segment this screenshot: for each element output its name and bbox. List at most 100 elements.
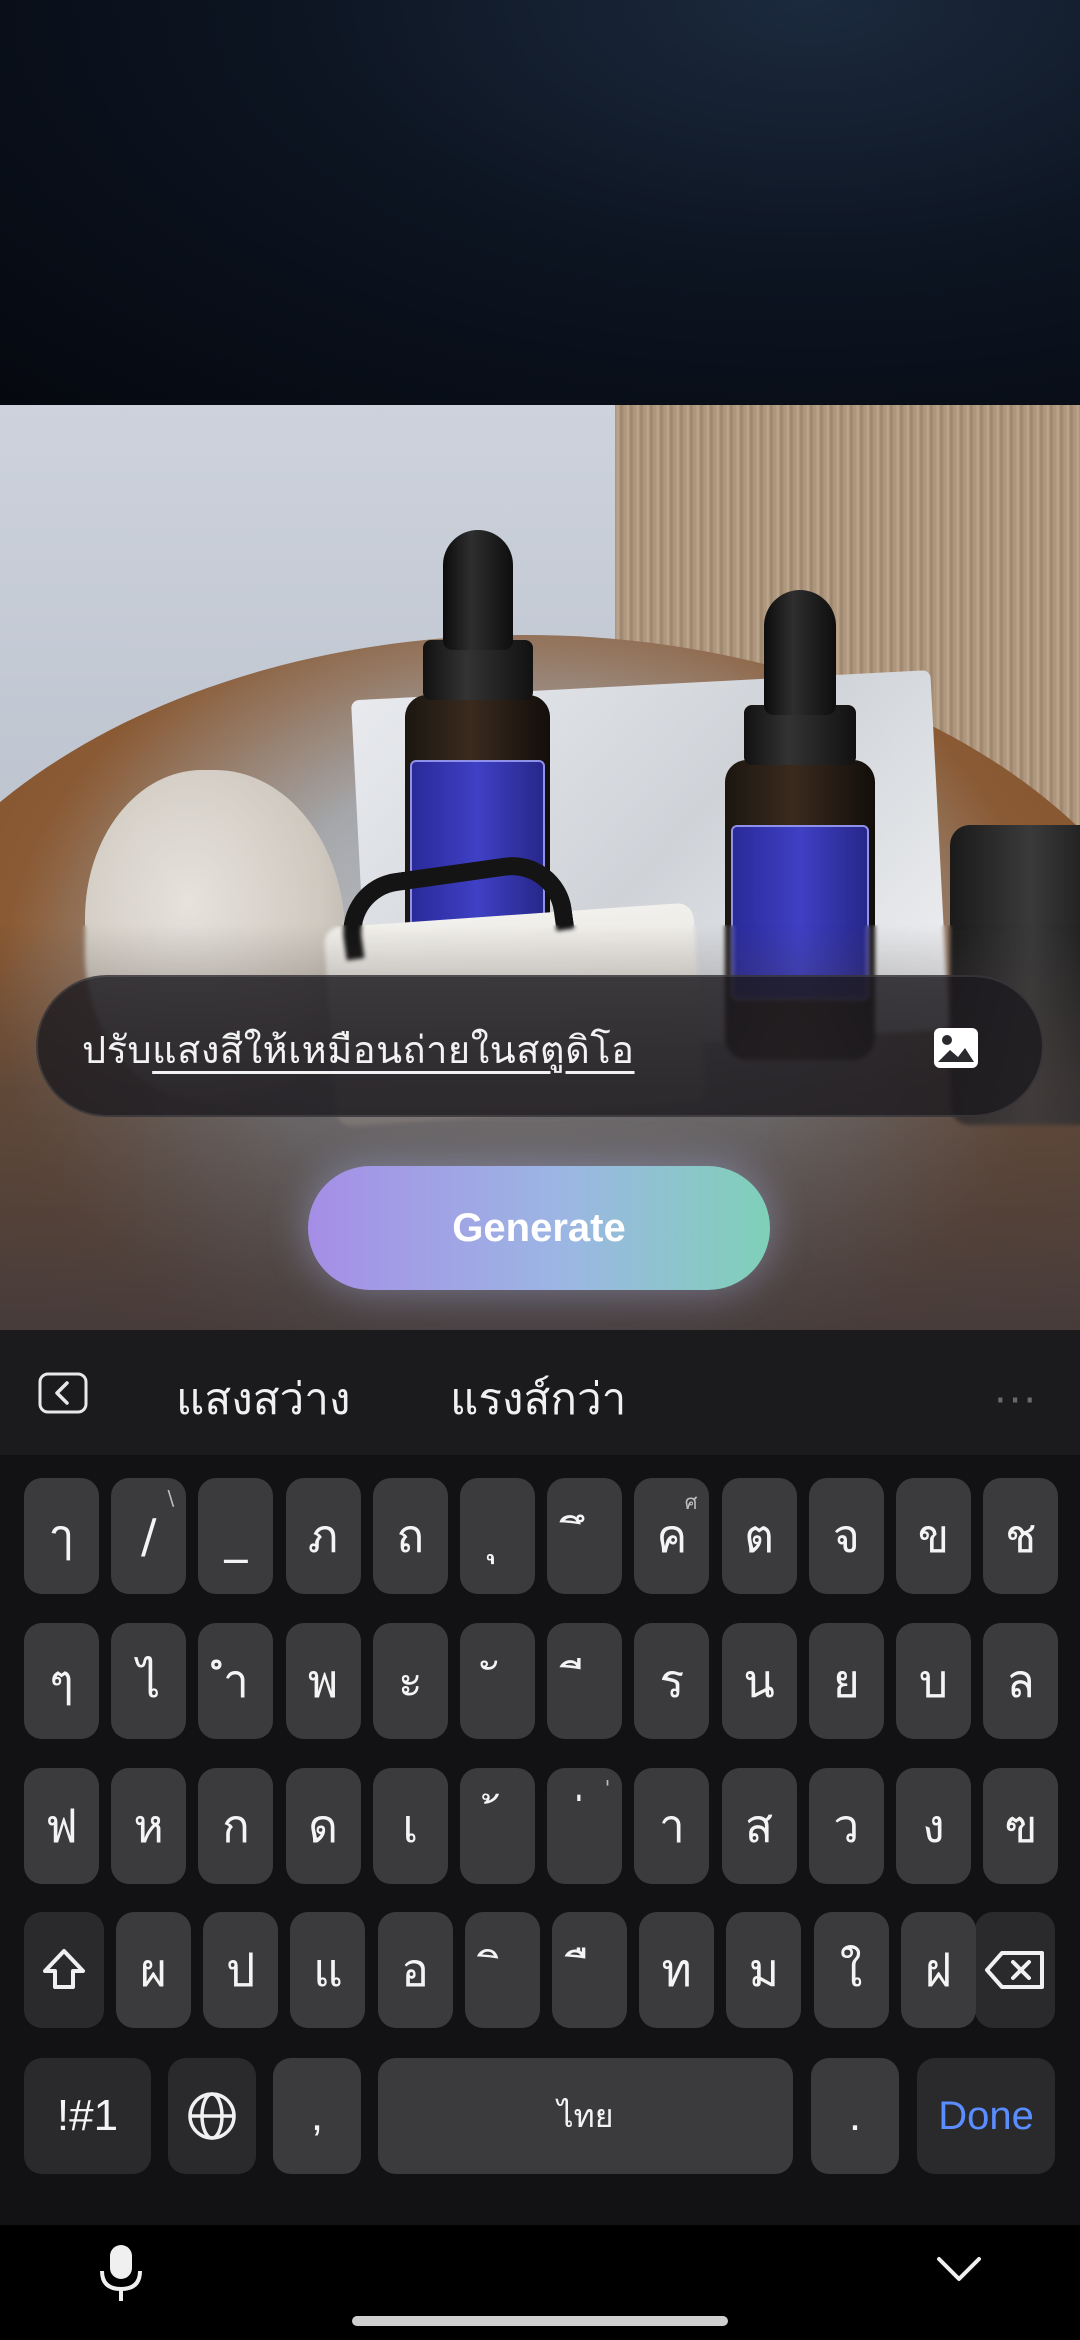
key[interactable]: ๅ — [24, 1478, 99, 1594]
key-label: ๆ — [49, 1653, 74, 1708]
key-label: น — [743, 1653, 775, 1708]
image-icon[interactable] — [932, 1024, 980, 1072]
key-label: ผ — [140, 1942, 167, 1997]
key[interactable]: ำ — [198, 1623, 274, 1739]
key[interactable]: คศ — [634, 1478, 710, 1594]
key[interactable]: แ — [290, 1912, 366, 2028]
key-label: ง — [922, 1798, 945, 1853]
period-key[interactable]: . — [811, 2058, 899, 2174]
key[interactable]: ช — [983, 1478, 1059, 1594]
key-label: ถ — [396, 1508, 425, 1563]
key-label: ใ — [839, 1942, 863, 1997]
language-key[interactable] — [168, 2058, 256, 2174]
key-label: ไ — [137, 1653, 161, 1708]
comma-key[interactable]: , — [273, 2058, 361, 2174]
chevron-down-icon[interactable] — [935, 2253, 983, 2285]
key-label: ร — [659, 1653, 685, 1708]
key-label: _ — [224, 1509, 248, 1563]
key-label: ม — [748, 1942, 780, 1997]
key[interactable]: า — [634, 1768, 710, 1884]
key-label: ล — [1006, 1653, 1035, 1708]
key[interactable]: ุ — [460, 1478, 535, 1594]
key-label: / — [140, 1509, 157, 1563]
key[interactable]: ย — [808, 1623, 884, 1739]
key[interactable]: ว — [808, 1768, 884, 1884]
key-label: ช — [1005, 1508, 1037, 1563]
key-label: ะ — [397, 1653, 423, 1708]
key-label: ฟ — [45, 1798, 78, 1853]
key[interactable]: ล — [983, 1623, 1059, 1739]
key[interactable]: ร — [634, 1623, 710, 1739]
key-label: บ — [918, 1653, 949, 1708]
key[interactable]: ง — [896, 1768, 971, 1884]
key[interactable]: ่' — [547, 1768, 623, 1884]
more-options-icon[interactable]: ··· — [994, 1378, 1038, 1424]
shift-key[interactable] — [24, 1912, 104, 2028]
key[interactable]: น — [721, 1623, 797, 1739]
key[interactable]: ึ — [547, 1478, 623, 1594]
backspace-icon — [985, 1951, 1044, 1989]
space-key[interactable]: ไทย — [378, 2058, 793, 2174]
key-label: จ — [832, 1508, 860, 1563]
key[interactable]: ี — [547, 1623, 623, 1739]
key[interactable]: จ — [808, 1478, 884, 1594]
key-label: ด — [308, 1798, 339, 1853]
key[interactable]: ท — [639, 1912, 715, 2028]
keyboard-toolbar — [0, 2225, 1080, 2340]
key[interactable]: ม — [726, 1912, 802, 2028]
prompt-input[interactable]: ปรับแสงสีให้เหมือนถ่ายในสตูดิโอ — [36, 975, 1044, 1117]
key[interactable]: ใ — [813, 1912, 889, 2028]
key[interactable]: ฟ — [24, 1768, 99, 1884]
key[interactable]: ฝ — [900, 1912, 976, 2028]
chevron-left-icon[interactable] — [38, 1372, 88, 1414]
key[interactable]: ป — [203, 1912, 279, 2028]
key[interactable]: ส — [721, 1768, 797, 1884]
key[interactable]: ๆ — [24, 1623, 99, 1739]
key[interactable]: ห — [111, 1768, 187, 1884]
key-hint: ศ — [684, 1490, 698, 1514]
symbols-key[interactable]: !#1 — [24, 2058, 151, 2174]
generate-button[interactable]: Generate — [308, 1166, 770, 1290]
key[interactable]: พ — [285, 1623, 361, 1739]
keyboard: ๅ/\_ภถุึคศตจขช ๆไำพะัีรนยบล ฟหกดเ้่'าสวง… — [0, 1455, 1080, 2225]
key[interactable]: ผ — [116, 1912, 191, 2028]
key[interactable]: / \ — [111, 1478, 187, 1594]
key[interactable]: ื — [552, 1912, 627, 2028]
key-label: ก — [221, 1798, 250, 1853]
key[interactable]: ะ — [372, 1623, 448, 1739]
key-label: อ — [401, 1942, 429, 1997]
microphone-icon[interactable] — [95, 2243, 147, 2303]
key[interactable]: _ — [198, 1478, 274, 1594]
key[interactable]: ้ — [460, 1768, 535, 1884]
key-label: ป — [226, 1942, 256, 1997]
key[interactable]: ถ — [372, 1478, 448, 1594]
key-hint: ' — [604, 1776, 611, 1800]
key-label: ว — [833, 1798, 860, 1853]
key[interactable]: ั — [460, 1623, 535, 1739]
key[interactable]: ข — [896, 1478, 971, 1594]
key[interactable]: ภ — [285, 1478, 361, 1594]
key[interactable]: บ — [896, 1623, 971, 1739]
suggestion-word[interactable]: แสงสว่าง — [176, 1364, 350, 1434]
suggestion-word[interactable]: แรงส์กว่า — [450, 1364, 626, 1434]
key-label: เ — [402, 1798, 419, 1853]
done-key[interactable]: Done — [917, 2058, 1055, 2174]
key[interactable]: ฃ — [983, 1768, 1059, 1884]
key[interactable]: ิ — [464, 1912, 540, 2028]
key-label: ำ — [222, 1653, 249, 1708]
key-label: ฃ — [1004, 1798, 1037, 1853]
key[interactable]: เ — [372, 1768, 448, 1884]
key-label: ฝ — [924, 1942, 952, 1997]
key[interactable]: ก — [198, 1768, 274, 1884]
backspace-key[interactable] — [975, 1912, 1055, 2028]
prompt-text[interactable]: ปรับแสงสีให้เหมือนถ่ายในสตูดิโอ — [82, 1019, 635, 1080]
shift-icon — [43, 1949, 85, 1989]
key-label: า — [658, 1798, 685, 1853]
key[interactable]: อ — [377, 1912, 453, 2028]
key-label: พ — [307, 1653, 339, 1708]
key[interactable]: ด — [285, 1768, 361, 1884]
key[interactable]: ต — [721, 1478, 797, 1594]
key-hint: \ — [167, 1486, 175, 1510]
key[interactable]: ไ — [111, 1623, 187, 1739]
key-label: ท — [661, 1942, 692, 1997]
